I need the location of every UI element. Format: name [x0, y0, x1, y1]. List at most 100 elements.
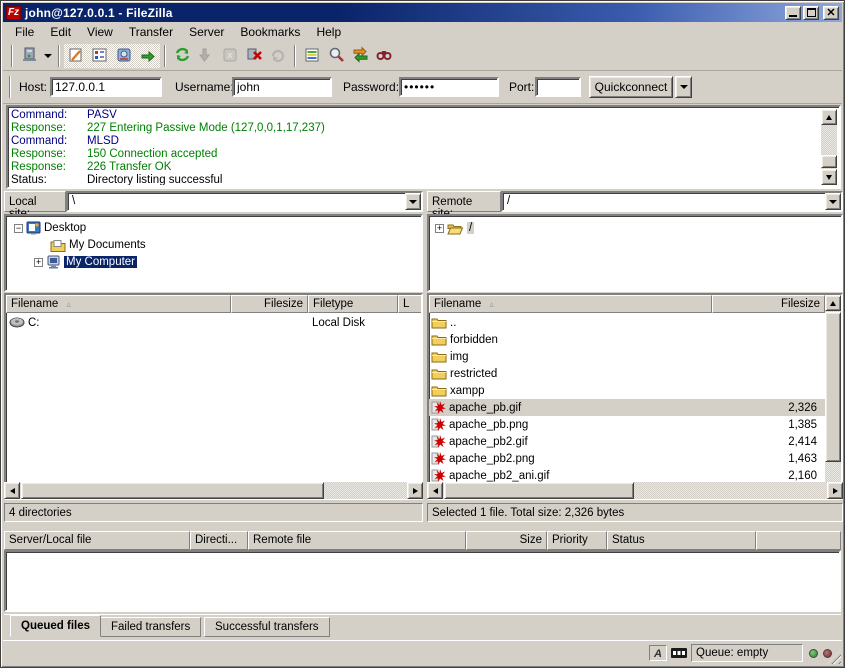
transfer-type-icon[interactable]: A — [649, 645, 667, 661]
quickconnect-dropdown-button[interactable] — [675, 76, 692, 98]
compare-directories-button[interactable] — [324, 44, 348, 68]
column-header-filename[interactable]: Filename▵ — [6, 295, 231, 313]
remote-file-row[interactable]: restricted — [429, 365, 825, 382]
menu-help[interactable]: Help — [308, 23, 349, 41]
remote-file-row[interactable]: apache_pb.png 1,385 — [429, 416, 825, 433]
open-folder-icon — [447, 222, 464, 235]
tree-item-my-computer[interactable]: + My Computer — [34, 254, 137, 270]
site-manager-dropdown-button[interactable] — [41, 44, 54, 68]
remote-horizontal-scrollbar[interactable] — [427, 482, 843, 499]
remote-file-row-selected[interactable]: apache_pb.gif 2,326 — [429, 399, 825, 416]
username-input[interactable] — [232, 77, 332, 97]
minimize-button[interactable] — [785, 6, 801, 20]
refresh-button[interactable] — [170, 44, 194, 68]
remote-file-row[interactable]: apache_pb2.png 1,463 — [429, 450, 825, 467]
scroll-right-button[interactable] — [827, 482, 843, 499]
find-files-button[interactable] — [372, 44, 396, 68]
maximize-button[interactable] — [803, 6, 819, 20]
remote-file-row[interactable]: .. — [429, 314, 825, 331]
local-horizontal-scrollbar[interactable] — [4, 482, 423, 499]
toggle-queue-button[interactable] — [136, 44, 160, 68]
queue-column-server-local-file[interactable]: Server/Local file — [4, 531, 190, 550]
remote-file-row[interactable]: apache_pb2.gif 2,414 — [429, 433, 825, 450]
site-manager-button[interactable] — [17, 44, 41, 68]
queue-column-size[interactable]: Size — [466, 531, 547, 550]
menu-transfer[interactable]: Transfer — [121, 23, 181, 41]
message-log-icon — [68, 47, 84, 66]
close-button[interactable]: ✕ — [823, 6, 839, 20]
quickconnect-bar: Host: Username: Password: Port: Quickcon… — [3, 71, 842, 104]
scroll-up-button[interactable] — [825, 295, 841, 311]
file-size: 1,385 — [788, 419, 817, 431]
filter-button[interactable] — [300, 44, 324, 68]
dropdown-arrow-icon — [680, 85, 688, 89]
tree-item-my-documents[interactable]: My Documents — [50, 237, 146, 253]
scroll-up-button[interactable] — [821, 109, 837, 125]
image-file-icon — [431, 468, 446, 483]
toggle-message-log-button[interactable] — [64, 44, 88, 68]
column-header-last-modified[interactable]: L — [398, 295, 423, 313]
menu-bookmarks[interactable]: Bookmarks — [232, 23, 308, 41]
password-input[interactable] — [399, 77, 499, 97]
column-header-filetype[interactable]: Filetype — [308, 295, 398, 313]
password-label: Password: — [343, 80, 399, 94]
scroll-down-button[interactable] — [821, 169, 837, 185]
tab-failed-transfers[interactable]: Failed transfers — [100, 617, 201, 637]
file-type: Local Disk — [312, 317, 365, 329]
tab-successful-transfers[interactable]: Successful transfers — [204, 617, 330, 637]
scroll-right-button[interactable] — [407, 482, 423, 499]
image-file-icon — [431, 400, 446, 415]
tree-item-desktop[interactable]: − Desktop — [14, 220, 86, 236]
titlebar[interactable]: Fz john@127.0.0.1 - FileZilla ✕ — [3, 3, 842, 22]
synchronized-browsing-icon — [352, 46, 369, 66]
remote-file-row[interactable]: img — [429, 348, 825, 365]
queue-column-direction[interactable]: Directi... — [190, 531, 248, 550]
log-line: Command:PASV — [11, 109, 819, 122]
tree-item-root[interactable]: + / — [435, 220, 474, 236]
sort-ascending-icon: ▵ — [489, 299, 494, 310]
toggle-remote-tree-button[interactable] — [112, 44, 136, 68]
synchronized-browsing-button[interactable] — [348, 44, 372, 68]
sort-ascending-icon: ▵ — [66, 299, 71, 310]
remote-tree: + / — [427, 214, 843, 292]
remote-file-row[interactable]: forbidden — [429, 331, 825, 348]
tab-queued-files[interactable]: Queued files — [10, 615, 101, 637]
remote-file-row[interactable]: xampp — [429, 382, 825, 399]
column-header-filesize[interactable]: Filesize — [231, 295, 308, 313]
remote-site-dropdown[interactable] — [825, 193, 841, 210]
scroll-thumb[interactable] — [821, 155, 837, 168]
scroll-left-button[interactable] — [427, 482, 443, 499]
remote-vertical-scrollbar[interactable] — [825, 295, 841, 498]
scroll-thumb[interactable] — [21, 482, 324, 499]
menu-view[interactable]: View — [79, 23, 121, 41]
queue-header: Server/Local file Directi... Remote file… — [4, 531, 841, 550]
collapse-icon[interactable]: − — [14, 224, 23, 233]
queue-list[interactable] — [4, 550, 841, 612]
toggle-local-tree-button[interactable] — [88, 44, 112, 68]
local-site-combo[interactable]: \ — [66, 191, 423, 212]
host-input[interactable] — [50, 77, 162, 97]
expand-icon[interactable]: + — [34, 258, 43, 267]
queue-column-status[interactable]: Status — [607, 531, 756, 550]
menu-server[interactable]: Server — [181, 23, 232, 41]
scroll-thumb[interactable] — [825, 312, 841, 462]
scroll-left-button[interactable] — [4, 482, 20, 499]
local-file-row[interactable]: C: Local Disk — [6, 314, 421, 331]
speed-limit-icon[interactable] — [670, 645, 688, 661]
file-name: restricted — [450, 368, 497, 380]
remote-site-combo[interactable]: / — [501, 191, 843, 212]
remote-tree-icon — [116, 47, 132, 66]
menu-file[interactable]: File — [7, 23, 42, 41]
quickconnect-button[interactable]: Quickconnect — [589, 76, 673, 98]
queue-column-remote-file[interactable]: Remote file — [248, 531, 466, 550]
menu-edit[interactable]: Edit — [42, 23, 79, 41]
port-input[interactable] — [535, 77, 581, 97]
column-header-filesize[interactable]: Filesize — [712, 295, 825, 313]
scroll-thumb[interactable] — [444, 482, 634, 499]
queue-column-priority[interactable]: Priority — [547, 531, 607, 550]
log-vertical-scrollbar[interactable] — [821, 109, 837, 185]
local-site-dropdown[interactable] — [405, 193, 421, 210]
disconnect-button[interactable] — [242, 44, 266, 68]
column-header-filename[interactable]: Filename▵ — [429, 295, 712, 313]
expand-icon[interactable]: + — [435, 224, 444, 233]
